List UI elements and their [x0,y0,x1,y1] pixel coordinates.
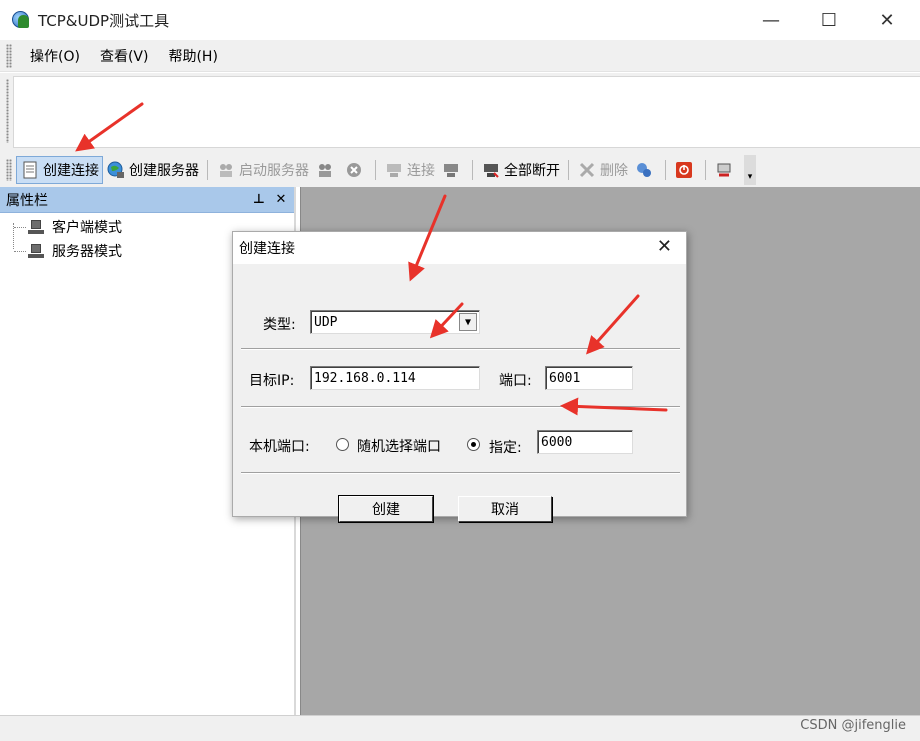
local-port-label: 本机端口: [249,439,310,455]
separator [241,472,680,474]
power-button[interactable] [671,156,700,184]
create-connection-button[interactable]: 创建连接 [16,156,103,184]
connect-label: 连接 [407,163,435,179]
create-server-button[interactable]: 创建服务器 [103,156,202,184]
specify-port-radio[interactable] [467,438,480,451]
local-port-value: 6000 [541,434,573,450]
create-server-label: 创建服务器 [129,163,199,179]
toolbar-grip[interactable] [6,159,12,181]
create-button-label: 创建 [372,502,400,518]
target-ip-value: 192.168.0.114 [314,370,416,386]
log-area[interactable] [13,76,920,148]
stop-server-button[interactable] [312,156,341,184]
computer-icon [28,244,44,258]
menu-help[interactable]: 帮助(H) [158,46,227,66]
new-connection-icon [20,160,40,180]
minimize-button[interactable]: — [742,0,800,40]
cancel-button[interactable]: 取消 [458,496,552,522]
exit-icon [714,160,734,180]
log-area-container [0,73,920,153]
chevron-down-icon: ▾ [747,172,753,182]
toolbar-separator [207,160,208,180]
property-panel-title: 属性栏 [6,192,48,209]
settings-button[interactable] [631,156,660,184]
type-select[interactable]: UDP ▼ [310,310,480,334]
window-title: TCP&UDP测试工具 [38,11,170,30]
random-port-radio[interactable] [336,438,349,451]
server-users-icon [315,160,335,180]
tree-item-label: 服务器模式 [52,244,122,260]
maximize-icon: ☐ [820,9,838,31]
minimize-icon: — [762,9,780,31]
delete-button[interactable]: 删除 [574,156,631,184]
watermark: CSDN @jifenglie [800,718,906,733]
disconnect-all-button[interactable]: 全部断开 [478,156,563,184]
panel-close-icon[interactable]: ✕ [272,192,290,207]
disconnect-icon [441,160,461,180]
port-label: 端口: [499,373,532,389]
title-bar: TCP&UDP测试工具 — ☐ ✕ [0,0,920,40]
start-server-button[interactable]: 启动服务器 [213,156,312,184]
target-ip-input[interactable]: 192.168.0.114 [310,366,480,390]
globe-server-icon [106,160,126,180]
create-connection-dialog: 创建连接 ✕ 类型: UDP ▼ 目标IP: 192.168.0.114 端口:… [232,231,687,523]
toolbar-separator [568,160,569,180]
dialog-body: 类型: UDP ▼ 目标IP: 192.168.0.114 端口: 6001 本… [233,264,686,523]
toolbar: 创建连接 创建服务器 启动服务器 连接 全部断开 删除 ▾ [0,153,920,187]
start-server-icon [216,160,236,180]
pin-icon[interactable]: ⊥ [250,192,268,207]
menu-bar: 操作(O) 查看(V) 帮助(H) [0,40,920,72]
port-value: 6001 [549,370,581,386]
dialog-close-icon[interactable]: ✕ [657,236,672,257]
toolbar-separator [375,160,376,180]
create-button[interactable]: 创建 [338,495,434,523]
port-input[interactable]: 6001 [545,366,633,390]
maximize-button[interactable]: ☐ [800,0,858,40]
menu-view[interactable]: 查看(V) [90,46,159,66]
separator [241,406,680,408]
dialog-title-bar: 创建连接 ✕ [233,232,686,264]
create-connection-label: 创建连接 [43,163,99,179]
type-select-value: UDP [314,314,338,330]
stop-button[interactable] [341,156,370,184]
type-label: 类型: [263,317,296,333]
status-bar: CSDN @jifenglie [0,715,920,741]
toolbar-separator [665,160,666,180]
app-icon [10,9,32,31]
log-area-grip[interactable] [6,79,9,143]
tree-item-label: 客户端模式 [52,220,122,236]
connect-icon [384,160,404,180]
delete-x-icon [577,160,597,180]
disconnect-all-label: 全部断开 [504,163,560,179]
gear-icon [634,160,654,180]
cancel-button-label: 取消 [491,502,519,518]
exit-button[interactable] [711,156,740,184]
target-ip-label: 目标IP: [249,373,295,389]
computer-icon [28,220,44,234]
toolbar-separator [705,160,706,180]
property-panel-header: 属性栏 ⊥ ✕ [0,187,294,213]
stop-circle-icon [344,160,364,180]
disconnect-button[interactable] [438,156,467,184]
toolbar-separator [472,160,473,180]
power-icon [674,160,694,180]
menubar-grip[interactable] [6,43,12,68]
disconnect-all-icon [481,160,501,180]
menu-operate[interactable]: 操作(O) [20,46,90,66]
dropdown-arrow-icon[interactable]: ▼ [459,313,477,331]
toolbar-overflow[interactable]: ▾ [744,155,756,185]
specify-label[interactable]: 指定: [489,437,522,457]
dialog-title: 创建连接 [239,241,295,257]
separator [241,348,680,350]
delete-label: 删除 [600,163,628,179]
start-server-label: 启动服务器 [239,163,309,179]
random-port-label[interactable]: 随机选择端口 [357,436,441,456]
local-port-input[interactable]: 6000 [537,430,633,454]
close-icon: ✕ [879,9,895,31]
close-button[interactable]: ✕ [858,0,916,40]
connect-button[interactable]: 连接 [381,156,438,184]
